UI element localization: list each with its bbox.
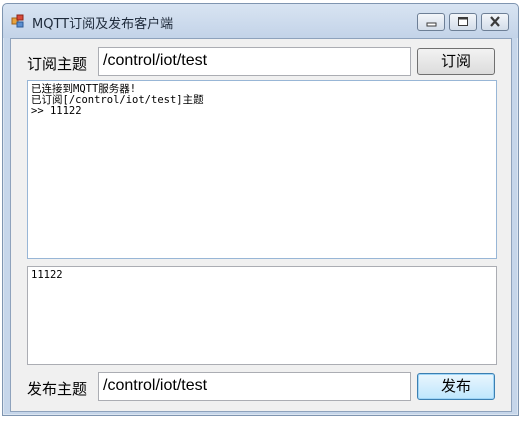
- title-bar[interactable]: MQTT订阅及发布客户端: [3, 4, 518, 38]
- maximize-icon: [458, 17, 468, 26]
- maximize-button[interactable]: [449, 13, 477, 31]
- app-window: MQTT订阅及发布客户端 订阅主题 /control/iot/test 订阅 已…: [2, 3, 519, 416]
- message-log-textarea[interactable]: 已连接到MQTT服务器! 已订阅[/control/iot/test]主题 >>…: [27, 80, 497, 259]
- minimize-button[interactable]: [417, 13, 445, 31]
- log-line: 已订阅[/control/iot/test]主题: [31, 94, 204, 106]
- subscribe-topic-input[interactable]: /control/iot/test: [98, 47, 411, 76]
- publish-message-text: 11122: [31, 269, 63, 281]
- log-line: >> 11122: [31, 105, 82, 117]
- publish-topic-label: 发布主题: [27, 380, 88, 398]
- publish-topic-input[interactable]: /control/iot/test: [98, 372, 411, 401]
- window-title: MQTT订阅及发布客户端: [32, 17, 174, 32]
- client-area: 订阅主题 /control/iot/test 订阅 已连接到MQTT服务器! 已…: [10, 38, 512, 412]
- publish-button[interactable]: 发布: [417, 373, 495, 400]
- app-window-icon: [11, 14, 24, 28]
- minimize-icon: [426, 22, 437, 27]
- close-icon: [490, 16, 500, 27]
- subscribe-topic-label: 订阅主题: [27, 55, 88, 73]
- close-button[interactable]: [481, 13, 509, 31]
- subscribe-button[interactable]: 订阅: [417, 48, 495, 75]
- publish-message-textarea[interactable]: 11122: [27, 266, 497, 365]
